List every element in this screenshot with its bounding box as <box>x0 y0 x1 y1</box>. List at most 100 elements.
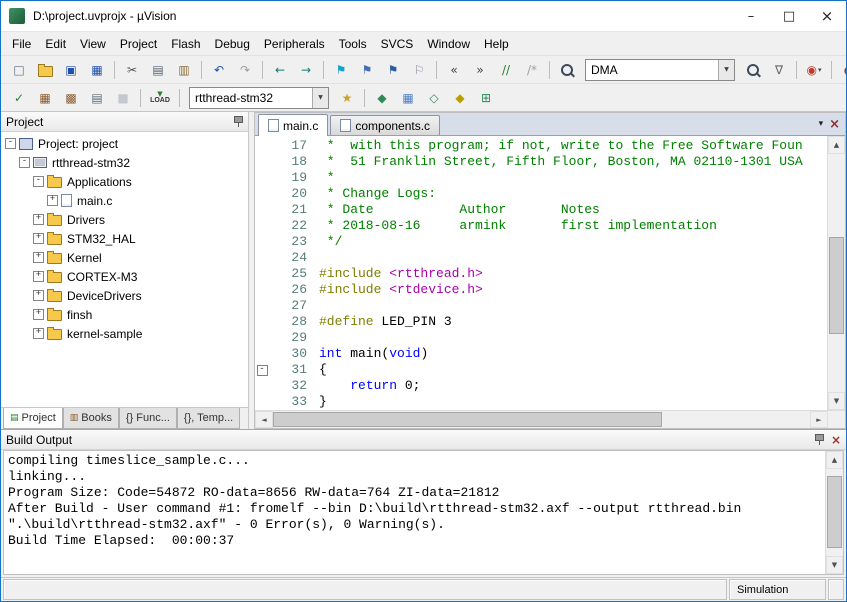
scrollbar-thumb[interactable] <box>829 237 844 334</box>
menu-item-file[interactable]: File <box>5 34 38 54</box>
tree-item-drivers[interactable]: +Drivers <box>1 210 248 229</box>
collapse-icon[interactable]: - <box>33 176 44 187</box>
undo-button[interactable]: ↶ <box>207 58 231 82</box>
collapse-icon[interactable]: - <box>5 138 16 149</box>
menu-item-help[interactable]: Help <box>477 34 516 54</box>
code-editor[interactable]: 17 * with this program; if not, write to… <box>255 136 827 410</box>
panel-tab-books[interactable]: ▥Books <box>63 408 119 429</box>
pin-icon[interactable] <box>815 434 825 445</box>
panel-tab-project[interactable]: ▤Project <box>3 408 63 429</box>
copy-button[interactable]: ▤ <box>146 58 170 82</box>
close-button[interactable]: × <box>808 1 846 31</box>
tree-item-devicedrivers[interactable]: +DeviceDrivers <box>1 286 248 305</box>
scroll-down-icon[interactable]: ▼ <box>826 556 843 574</box>
bookmark-previous-button[interactable]: ⚑ <box>355 58 379 82</box>
manage-run-time-environment-button[interactable]: ◆ <box>370 86 394 110</box>
editor-tab-components-c[interactable]: components.c <box>330 115 440 135</box>
expand-icon[interactable]: + <box>33 252 44 263</box>
scrollbar-track[interactable] <box>273 411 810 428</box>
expand-icon[interactable]: + <box>33 233 44 244</box>
tab-list-chevron-icon[interactable]: ▾ <box>819 119 824 129</box>
maximize-button[interactable]: □ <box>770 1 808 31</box>
expand-icon[interactable]: + <box>47 195 58 206</box>
menu-item-edit[interactable]: Edit <box>38 34 73 54</box>
open-file-button[interactable] <box>33 58 57 82</box>
cut-button[interactable]: ✂ <box>120 58 144 82</box>
target-options-button[interactable]: ★ <box>335 86 359 110</box>
menu-item-peripherals[interactable]: Peripherals <box>257 34 332 54</box>
flash-download-button[interactable]: ▼LOAD <box>146 86 174 110</box>
pin-icon[interactable] <box>233 116 243 127</box>
build-button[interactable]: ▦ <box>33 86 57 110</box>
chevron-down-icon[interactable]: ▼ <box>312 88 328 108</box>
configure-search-button[interactable]: ◉▾ <box>802 58 826 82</box>
rebuild-all-button[interactable]: ▩ <box>59 86 83 110</box>
comment-selection-button[interactable]: // <box>494 58 518 82</box>
menu-item-project[interactable]: Project <box>113 34 164 54</box>
editor-tab-main-c[interactable]: main.c <box>258 114 328 136</box>
build-vertical-scrollbar[interactable]: ▲ ▼ <box>825 451 843 574</box>
scroll-right-icon[interactable]: ► <box>810 411 828 428</box>
tree-item-main-c[interactable]: +main.c <box>1 191 248 210</box>
scroll-up-icon[interactable]: ▲ <box>826 451 843 469</box>
redo-button[interactable]: ↷ <box>233 58 257 82</box>
expand-icon[interactable]: + <box>33 290 44 301</box>
tree-item-applications[interactable]: -Applications <box>1 172 248 191</box>
indent-button[interactable]: » <box>468 58 492 82</box>
incremental-find-button[interactable]: ∇ <box>767 58 791 82</box>
target-select[interactable]: rtthread-stm32▼ <box>189 87 329 109</box>
chevron-down-icon[interactable]: ▼ <box>718 60 734 80</box>
scroll-down-icon[interactable]: ▼ <box>828 392 845 410</box>
bookmark-toggle-button[interactable]: ⚑ <box>329 58 353 82</box>
panel-tab-func[interactable]: {} Func... <box>119 408 177 429</box>
menu-item-flash[interactable]: Flash <box>164 34 207 54</box>
find-in-files-button[interactable] <box>555 58 579 82</box>
tree-item-kernel[interactable]: +Kernel <box>1 248 248 267</box>
menu-item-window[interactable]: Window <box>420 34 477 54</box>
tree-item-kernel-sample[interactable]: +kernel-sample <box>1 324 248 343</box>
batch-build-button[interactable]: ▤ <box>85 86 109 110</box>
tree-item-stm32-hal[interactable]: +STM32_HAL <box>1 229 248 248</box>
editor-horizontal-scrollbar[interactable]: ◄ ► <box>255 410 845 428</box>
expand-icon[interactable]: + <box>33 214 44 225</box>
search-combo[interactable]: DMA▼ <box>585 59 735 81</box>
translate-file-button[interactable]: ✓ <box>7 86 31 110</box>
unindent-button[interactable]: « <box>442 58 466 82</box>
insert-breakpoint-button[interactable]: ● <box>837 58 847 82</box>
save-all-button[interactable]: ▦ <box>85 58 109 82</box>
new-file-button[interactable]: □ <box>7 58 31 82</box>
menu-item-view[interactable]: View <box>73 34 113 54</box>
minimize-button[interactable]: – <box>732 1 770 31</box>
uncomment-selection-button[interactable]: /* <box>520 58 544 82</box>
fold-collapse-icon[interactable]: - <box>257 365 268 376</box>
stop-build-button[interactable]: ■ <box>111 86 135 110</box>
close-panel-icon[interactable]: × <box>831 433 841 447</box>
pack-installer-button[interactable]: ◆ <box>448 86 472 110</box>
expand-icon[interactable]: + <box>33 328 44 339</box>
scrollbar-track[interactable] <box>828 154 845 392</box>
menu-item-debug[interactable]: Debug <box>208 34 257 54</box>
tree-item-rtthread-stm32[interactable]: -rtthread-stm32 <box>1 153 248 172</box>
navigate-forward-button[interactable]: → <box>294 58 318 82</box>
tree-item-cortex-m3[interactable]: +CORTEX-M3 <box>1 267 248 286</box>
scrollbar-track[interactable] <box>826 469 843 556</box>
bookmark-clear-all-button[interactable]: ⚐ <box>407 58 431 82</box>
tree-item-finsh[interactable]: +finsh <box>1 305 248 324</box>
resize-grip[interactable] <box>828 579 844 600</box>
panel-tab-temp[interactable]: {}, Temp... <box>177 408 240 429</box>
editor-vertical-scrollbar[interactable]: ▲ ▼ <box>827 136 845 410</box>
close-document-icon[interactable]: × <box>829 118 840 131</box>
scroll-left-icon[interactable]: ◄ <box>255 411 273 428</box>
bookmark-next-button[interactable]: ⚑ <box>381 58 405 82</box>
menu-item-tools[interactable]: Tools <box>332 34 374 54</box>
find-button[interactable] <box>741 58 765 82</box>
expand-icon[interactable]: + <box>33 271 44 282</box>
menu-item-svcs[interactable]: SVCS <box>374 34 421 54</box>
expand-icon[interactable]: + <box>33 309 44 320</box>
tree-item-project-project[interactable]: -Project: project <box>1 134 248 153</box>
collapse-icon[interactable]: - <box>19 157 30 168</box>
select-software-packs-button[interactable]: ◇ <box>422 86 446 110</box>
scrollbar-thumb[interactable] <box>827 476 842 548</box>
scroll-up-icon[interactable]: ▲ <box>828 136 845 154</box>
save-button[interactable]: ▣ <box>59 58 83 82</box>
